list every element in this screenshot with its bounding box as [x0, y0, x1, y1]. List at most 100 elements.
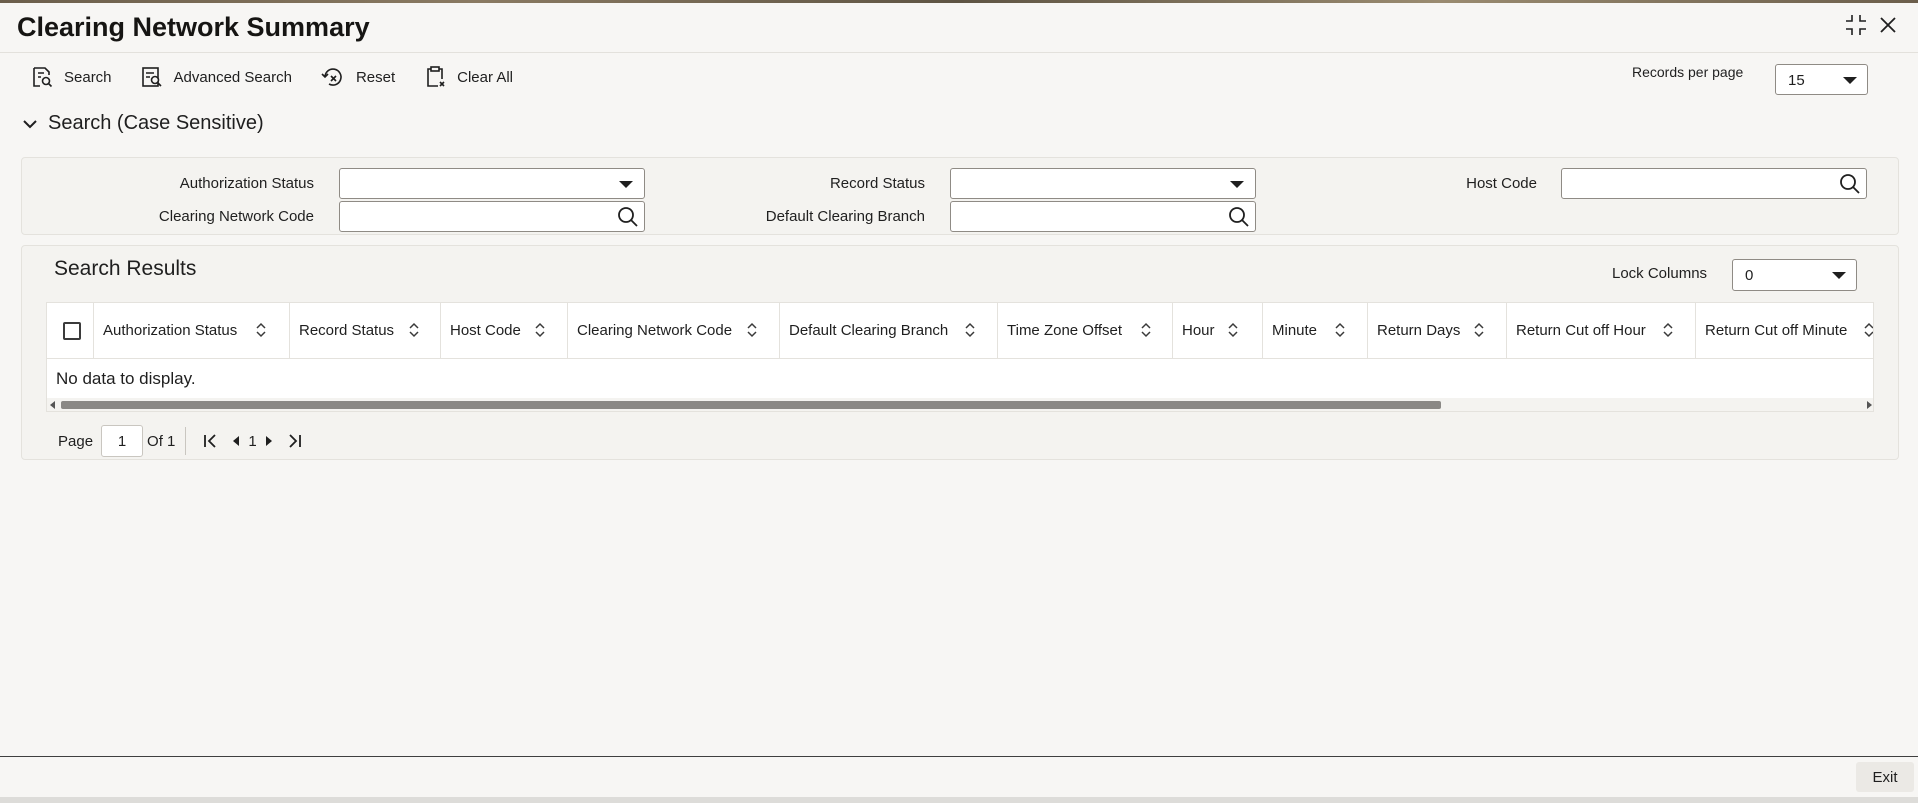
authorization-status-select[interactable] [339, 168, 645, 199]
lock-columns-select[interactable]: 0 [1732, 259, 1857, 291]
sort-icon[interactable] [1333, 320, 1347, 340]
column-header-label: Return Cut off Minute [1705, 322, 1848, 339]
advanced-search-button[interactable]: Advanced Search [140, 65, 292, 89]
previous-page-icon[interactable] [230, 433, 242, 449]
sort-icon[interactable] [1661, 320, 1675, 340]
lock-columns-label: Lock Columns [1612, 265, 1708, 282]
clearing-network-code-input[interactable] [339, 201, 645, 232]
chevron-down-icon [1230, 181, 1244, 188]
column-header-label: Default Clearing Branch [789, 322, 949, 339]
search-button-label: Search [64, 68, 112, 86]
page-of-label: Of 1 [147, 432, 176, 450]
chevron-down-icon [23, 119, 37, 128]
sort-icon[interactable] [254, 320, 268, 340]
clear-all-button[interactable]: Clear All [423, 65, 513, 89]
scroll-left-icon[interactable] [50, 401, 55, 409]
pager-divider [185, 427, 187, 455]
column-header-authorization-status[interactable]: Authorization Status [94, 303, 290, 359]
record-status-select[interactable] [950, 168, 1256, 199]
page-number-link[interactable]: 1 [248, 433, 256, 450]
footer-divider [0, 756, 1918, 757]
expand-icon[interactable] [1844, 13, 1868, 37]
page-label: Page [58, 432, 94, 450]
table-header-row: Authorization Status Record Status Host … [47, 303, 1874, 359]
column-header-hour[interactable]: Hour [1173, 303, 1263, 359]
authorization-status-label: Authorization Status [179, 175, 314, 192]
chevron-down-icon [1832, 272, 1846, 279]
records-per-page-select[interactable]: 15 [1775, 64, 1868, 95]
close-icon[interactable] [1876, 13, 1900, 37]
first-page-icon[interactable] [202, 433, 218, 449]
column-header-label: Hour [1182, 322, 1215, 339]
sort-icon[interactable] [1862, 320, 1874, 340]
column-header-default-clearing-branch[interactable]: Default Clearing Branch [780, 303, 998, 359]
advanced-search-icon [141, 67, 162, 87]
page-title: Clearing Network Summary [17, 12, 370, 42]
next-page-icon[interactable] [263, 433, 275, 449]
sort-icon[interactable] [407, 320, 421, 340]
advanced-search-button-label: Advanced Search [173, 68, 292, 86]
reset-button-label: Reset [355, 68, 396, 86]
chevron-down-icon [619, 181, 633, 188]
reset-button[interactable]: Reset [320, 65, 395, 89]
column-header-label: Return Days [1377, 322, 1461, 339]
search-icon[interactable] [1227, 205, 1251, 229]
column-header-label: Authorization Status [103, 322, 238, 339]
records-per-page-label: Records per page [1632, 64, 1744, 80]
top-decorative-strip [0, 0, 1918, 3]
column-header-return-cut-off-minute[interactable]: Return Cut off Minute [1696, 303, 1874, 359]
clear-all-button-label: Clear All [457, 68, 513, 86]
column-header-label: Return Cut off Hour [1516, 322, 1646, 339]
search-doc-icon [33, 67, 53, 88]
record-status-label: Record Status [829, 175, 925, 192]
horizontal-scrollbar[interactable] [47, 398, 1873, 411]
reset-icon [321, 68, 342, 86]
pagination: Page 1 Of 1 1 [58, 425, 309, 457]
exit-button[interactable]: Exit [1856, 762, 1914, 792]
column-header-return-cut-off-hour[interactable]: Return Cut off Hour [1507, 303, 1696, 359]
last-page-icon[interactable] [287, 433, 303, 449]
scrollbar-thumb[interactable] [61, 401, 1441, 409]
chevron-down-icon [1843, 77, 1857, 84]
scroll-right-icon[interactable] [1867, 401, 1872, 409]
search-section-title: Search (Case Sensitive) [48, 112, 264, 134]
results-table: Authorization Status Record Status Host … [46, 302, 1874, 412]
clipboard-clear-icon [427, 66, 445, 87]
sort-icon[interactable] [1226, 320, 1240, 340]
column-header-label: Host Code [450, 322, 521, 339]
sort-icon[interactable] [745, 320, 759, 340]
sort-icon[interactable] [963, 320, 977, 340]
host-code-input[interactable] [1561, 168, 1867, 199]
search-icon[interactable] [616, 205, 640, 229]
toolbar: Search Advanced Search Reset Clear All [30, 62, 541, 92]
empty-table-message: No data to display. [56, 369, 196, 388]
column-header-time-zone-offset[interactable]: Time Zone Offset [998, 303, 1173, 359]
search-results-title: Search Results [54, 257, 197, 280]
search-button[interactable]: Search [30, 65, 112, 89]
default-clearing-branch-label: Default Clearing Branch [765, 208, 925, 225]
select-all-cell [47, 303, 94, 359]
lock-columns-value: 0 [1745, 267, 1754, 284]
column-header-clearing-network-code[interactable]: Clearing Network Code [568, 303, 780, 359]
sort-icon[interactable] [1472, 320, 1486, 340]
column-header-minute[interactable]: Minute [1263, 303, 1368, 359]
footer-bar [0, 797, 1918, 803]
records-per-page-value: 15 [1788, 72, 1805, 89]
column-header-label: Time Zone Offset [1007, 322, 1123, 339]
page-number-input[interactable]: 1 [101, 425, 144, 457]
sort-icon[interactable] [1139, 320, 1153, 340]
sort-icon[interactable] [533, 320, 547, 340]
column-header-host-code[interactable]: Host Code [441, 303, 568, 359]
column-header-label: Clearing Network Code [577, 322, 733, 339]
select-all-checkbox[interactable] [63, 322, 81, 340]
host-code-label: Host Code [1466, 175, 1537, 192]
header-divider [0, 52, 1918, 53]
column-header-label: Record Status [299, 322, 395, 339]
column-header-return-days[interactable]: Return Days [1368, 303, 1507, 359]
search-section-toggle[interactable]: Search (Case Sensitive) [22, 112, 264, 135]
column-header-record-status[interactable]: Record Status [290, 303, 441, 359]
default-clearing-branch-input[interactable] [950, 201, 1256, 232]
search-icon[interactable] [1838, 172, 1862, 196]
clearing-network-code-label: Clearing Network Code [158, 208, 314, 225]
column-header-label: Minute [1272, 322, 1318, 339]
